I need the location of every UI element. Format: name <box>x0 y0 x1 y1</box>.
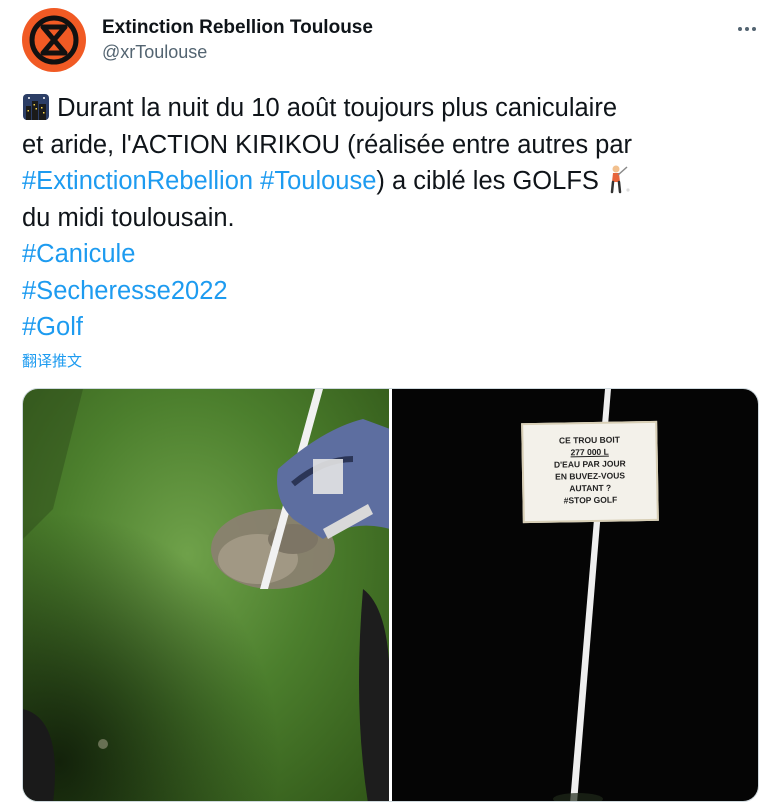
translate-tweet-link[interactable]: 翻译推文 <box>22 350 82 371</box>
night-city-emoji <box>22 93 50 132</box>
hashtag-golf[interactable]: #Golf <box>22 313 83 341</box>
hashtag-secheresse2022[interactable]: #Secheresse2022 <box>22 277 228 305</box>
hashtag-toulouse[interactable]: #Toulouse <box>260 167 376 195</box>
tweet-header: Extinction Rebellion Toulouse @xrToulous… <box>22 8 762 72</box>
media-grid: CE TROU BOIT 277 000 L D'EAU PAR JOUR EN… <box>22 388 759 802</box>
more-horizontal-icon <box>738 27 742 31</box>
author-handle[interactable]: @xrToulouse <box>102 42 207 63</box>
golfer-emoji <box>606 164 632 205</box>
tweet-line-3: #ExtinctionRebellion #Toulouse) a ciblé … <box>22 163 762 200</box>
hashtag-extinctionrebellion[interactable]: #ExtinctionRebellion <box>22 167 253 195</box>
avatar[interactable] <box>22 8 86 72</box>
more-options-button[interactable] <box>732 14 762 44</box>
tweet-line-2: et aride, l'ACTION KIRIKOU (réalisée ent… <box>22 130 633 159</box>
photo-golf-hole-mud[interactable] <box>23 389 389 801</box>
author-name[interactable]: Extinction Rebellion Toulouse <box>102 17 373 39</box>
extinction-symbol-icon <box>29 15 79 65</box>
golf-hole-photo-image <box>23 389 389 801</box>
photo-golf-sign-night[interactable]: CE TROU BOIT 277 000 L D'EAU PAR JOUR EN… <box>392 389 758 801</box>
tweet-text: Durant la nuit du 10 août toujours plus … <box>22 90 762 346</box>
tweet-line-1: Durant la nuit du 10 août toujours plus … <box>22 90 762 127</box>
tweet-line-4: du midi toulousain. <box>22 203 235 232</box>
stop-golf-sign: CE TROU BOIT 277 000 L D'EAU PAR JOUR EN… <box>521 420 659 524</box>
hashtag-canicule[interactable]: #Canicule <box>22 240 135 268</box>
